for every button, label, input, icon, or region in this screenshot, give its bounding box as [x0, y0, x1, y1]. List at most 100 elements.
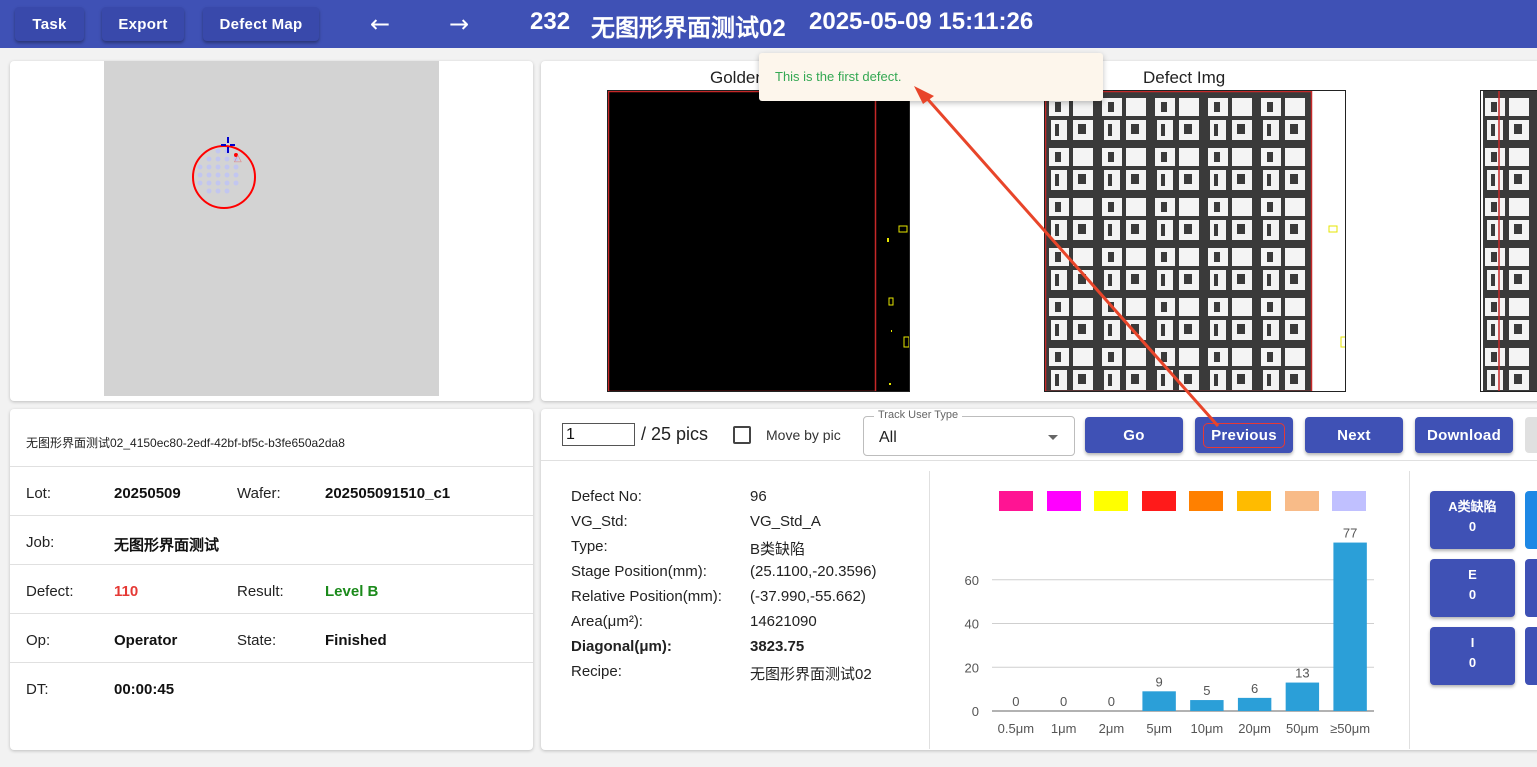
task-button[interactable]: Task: [15, 7, 84, 41]
track-user-type-value: All: [879, 429, 897, 446]
detail-label: VG_Std:: [571, 513, 628, 530]
page-title-name: 无图形界面测试02: [591, 15, 786, 42]
category-count: 0: [1468, 655, 1477, 670]
x-tick-label: 10μm: [1190, 721, 1223, 736]
category-name: A类缺陷: [1448, 499, 1497, 514]
bar-value-label: 6: [1251, 681, 1258, 696]
category-button[interactable]: [1525, 627, 1537, 685]
legend-swatch: [1189, 491, 1224, 511]
page-title-id: 232: [530, 8, 571, 35]
dropdown-arrow-icon: [1048, 435, 1058, 440]
wafer-map: △: [192, 137, 256, 209]
legend-swatch: [999, 491, 1033, 511]
bar-value-label: 9: [1156, 674, 1163, 689]
back-arrow-icon[interactable]: ←: [366, 10, 394, 38]
defect-image-label: Defect Img: [1143, 68, 1226, 87]
dt-label: DT:: [26, 681, 49, 698]
category-button[interactable]: [1525, 491, 1537, 549]
result-value: Level B: [325, 583, 379, 600]
bar-value-label: 5: [1203, 683, 1210, 698]
state-value: Finished: [325, 632, 387, 649]
extra-image[interactable]: [1480, 90, 1537, 392]
wafer-label: Wafer:: [237, 485, 281, 502]
category-button[interactable]: A类缺陷 0: [1430, 491, 1515, 549]
category-button[interactable]: I 0: [1430, 627, 1515, 685]
pic-total-label: / 25 pics: [641, 424, 709, 444]
bar: [1237, 697, 1272, 711]
category-button[interactable]: [1525, 559, 1537, 617]
category-button[interactable]: E 0: [1430, 559, 1515, 617]
detail-value: 3823.75: [750, 638, 805, 655]
bar: [1333, 542, 1367, 711]
next-button[interactable]: Next: [1305, 417, 1403, 453]
divider: [1409, 471, 1410, 749]
lot-value: 20250509: [114, 485, 181, 502]
golden-image-graphic: [608, 91, 909, 391]
y-tick-label: 20: [965, 660, 979, 675]
category-count: 0: [1468, 587, 1477, 602]
bar: [1190, 700, 1224, 711]
pic-index-input[interactable]: [562, 423, 635, 446]
file-name: 无图形界面测试02_4150ec80-2edf-42bf-bf5c-b3fe65…: [26, 436, 345, 450]
wafer-map-canvas[interactable]: △: [104, 61, 439, 396]
forward-arrow-icon[interactable]: →: [445, 10, 473, 38]
go-button[interactable]: Go: [1085, 417, 1183, 453]
detail-value: VG_Std_A: [750, 513, 821, 530]
category-name: I: [1470, 635, 1475, 650]
detail-value: (-37.990,-55.662): [750, 588, 866, 605]
defect-label: Defect:: [26, 583, 74, 600]
golden-image[interactable]: [607, 90, 910, 392]
defect-size-chart: 0 20 40 60 0 0.5μm 0 1μm 0 2μm 9 5μm 5 10μm 6 20μm 13 50μ…: [965, 526, 1374, 736]
job-value: 无图形界面测试: [114, 537, 220, 554]
x-tick-label: 0.5μm: [998, 721, 1034, 736]
legend-swatch: [1332, 491, 1367, 511]
previous-button[interactable]: Previous: [1195, 417, 1293, 453]
x-tick-label: 1μm: [1051, 721, 1077, 736]
lot-label: Lot:: [26, 485, 52, 502]
x-tick-label: ≥50μm: [1330, 721, 1370, 736]
detail-value: 96: [750, 488, 767, 505]
detail-label: Relative Position(mm):: [571, 588, 722, 605]
legend-swatch: [1046, 491, 1081, 511]
legend-swatch: [1094, 491, 1129, 511]
defect-image[interactable]: [1044, 90, 1346, 392]
download-button[interactable]: Download: [1415, 417, 1513, 453]
x-tick-label: 20μm: [1238, 721, 1271, 736]
detail-label: Type:: [571, 538, 608, 555]
info-row-lot: Lot: 20250509 Wafer: 202505091510_c1: [10, 466, 533, 515]
wafer-value: 202505091510_c1: [325, 485, 451, 502]
export-button[interactable]: Export: [102, 7, 184, 41]
state-label: State:: [237, 632, 277, 649]
bar: [1142, 691, 1176, 711]
divider: [541, 460, 1537, 461]
more-button[interactable]: [1525, 417, 1537, 453]
y-tick-label: 40: [965, 617, 979, 632]
legend-swatch: [1237, 491, 1271, 511]
info-row-defect: Defect: 110 Result: Level B: [10, 564, 533, 613]
defect-image-graphic: [1045, 91, 1345, 391]
wafer-map-card: △: [10, 61, 533, 401]
x-tick-label: 50μm: [1286, 721, 1319, 736]
bar-value-label: 13: [1295, 666, 1309, 681]
y-tick-label: 0: [972, 704, 979, 719]
dt-value: 00:00:45: [114, 681, 175, 698]
y-tick-label: 60: [965, 573, 979, 588]
result-label: Result:: [237, 583, 284, 600]
detail-label: Defect No:: [571, 488, 642, 505]
detail-label: Area(μm²):: [571, 613, 643, 630]
track-user-type-select[interactable]: Track User Type All: [863, 409, 1075, 456]
detail-value: 无图形界面测试02: [750, 666, 872, 683]
move-by-pic-label: Move by pic: [766, 427, 841, 443]
track-user-type-label: Track User Type: [874, 409, 963, 421]
op-value: Operator: [114, 632, 178, 649]
defect-map-button[interactable]: Defect Map: [203, 7, 319, 41]
page-title-datetime: 2025-05-09 15:11:26: [809, 8, 1034, 35]
move-by-pic-checkbox[interactable]: [733, 426, 751, 444]
top-bar: Task Export Defect Map ← → 232 无图形界面测试02…: [0, 0, 1537, 48]
info-row-op: Op: Operator State: Finished: [10, 613, 533, 662]
category-name: E: [1468, 567, 1477, 582]
detail-label: Stage Position(mm):: [571, 563, 707, 580]
golden-image-label: Golden: [710, 68, 765, 87]
triangle-marker-icon: △: [234, 153, 242, 164]
legend-swatch: [1141, 491, 1176, 511]
